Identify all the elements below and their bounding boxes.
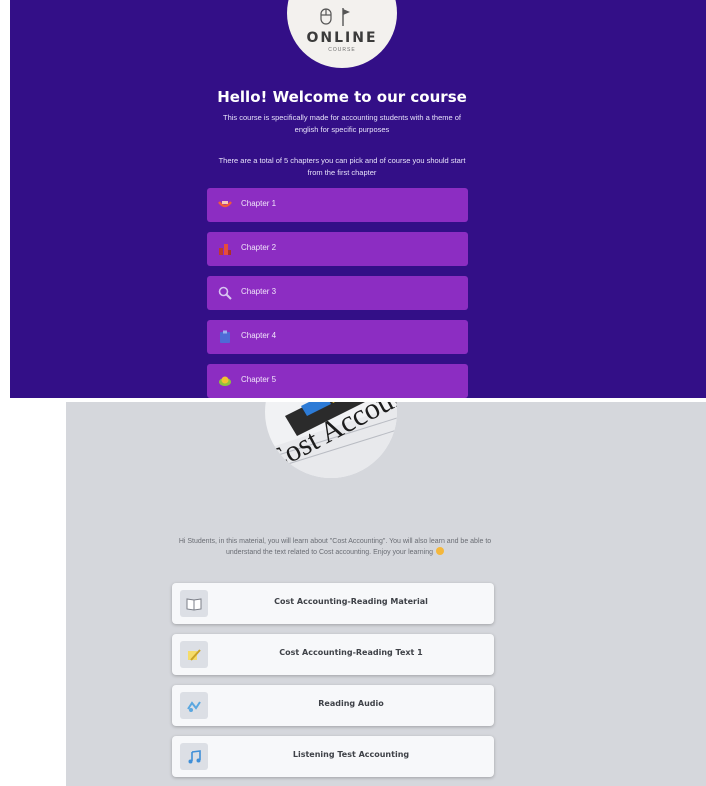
course-description: This course is specifically made for acc… bbox=[222, 113, 462, 134]
chapter-button-1[interactable]: Chapter 1 bbox=[207, 188, 468, 222]
chapter-label: Chapter 5 bbox=[241, 375, 277, 384]
material-label: Reading Audio bbox=[318, 699, 384, 708]
chapter-label: Chapter 2 bbox=[241, 243, 277, 252]
money-icon bbox=[217, 373, 233, 389]
chapter-list: Chapter 1 Chapter 2 Chapter 3 Chapter 4 … bbox=[207, 188, 468, 398]
material-list: Cost Accounting-Reading Material Cost Ac… bbox=[172, 583, 494, 786]
reading-material-button[interactable]: Cost Accounting-Reading Material bbox=[172, 583, 494, 624]
chapter-button-2[interactable]: Chapter 2 bbox=[207, 232, 468, 266]
magnifier-icon bbox=[217, 285, 233, 301]
music-note-icon bbox=[180, 743, 208, 770]
chapter-instructions: There are a total of 5 chapters you can … bbox=[218, 156, 466, 177]
welcome-title: Hello! Welcome to our course bbox=[217, 88, 467, 106]
chapter-label: Chapter 3 bbox=[241, 287, 277, 296]
chapter-label: Chapter 4 bbox=[241, 331, 277, 340]
listening-test-button[interactable]: Listening Test Accounting bbox=[172, 736, 494, 777]
chapter-button-4[interactable]: Chapter 4 bbox=[207, 320, 468, 354]
material-intro: Hi Students, in this material, you will … bbox=[178, 538, 492, 556]
logo-title: ONLINE bbox=[306, 30, 378, 46]
chapter-button-5[interactable]: Chapter 5 bbox=[207, 364, 468, 398]
reading-text-button[interactable]: Cost Accounting-Reading Text 1 bbox=[172, 634, 494, 675]
course-home-screen: ONLINE COURSE Hello! Welcome to our cour… bbox=[10, 0, 706, 398]
material-label: Cost Accounting-Reading Material bbox=[274, 597, 428, 606]
reading-audio-button[interactable]: Reading Audio bbox=[172, 685, 494, 726]
chart-icon bbox=[217, 241, 233, 257]
chapter-detail-screen: Cost Account Hi Students, in this materi… bbox=[66, 402, 706, 786]
book-icon bbox=[180, 590, 208, 617]
logo-subtitle: COURSE bbox=[328, 47, 356, 53]
smile-emoji-icon bbox=[436, 547, 445, 555]
material-label: Listening Test Accounting bbox=[292, 750, 410, 759]
material-intro-text: Hi Students, in this material, you will … bbox=[170, 536, 500, 558]
audio-icon bbox=[180, 692, 208, 719]
chapter-label: Chapter 1 bbox=[241, 199, 277, 208]
material-label: Cost Accounting-Reading Text 1 bbox=[279, 648, 423, 657]
online-course-logo: ONLINE COURSE bbox=[287, 0, 397, 68]
mouse-flag-icon bbox=[287, 6, 397, 28]
tablet-icon bbox=[217, 197, 233, 213]
chapter-button-3[interactable]: Chapter 3 bbox=[207, 276, 468, 310]
clipboard-icon bbox=[217, 329, 233, 345]
pencil-icon bbox=[180, 641, 208, 668]
cost-accounting-hero-image: Cost Account bbox=[265, 402, 397, 478]
